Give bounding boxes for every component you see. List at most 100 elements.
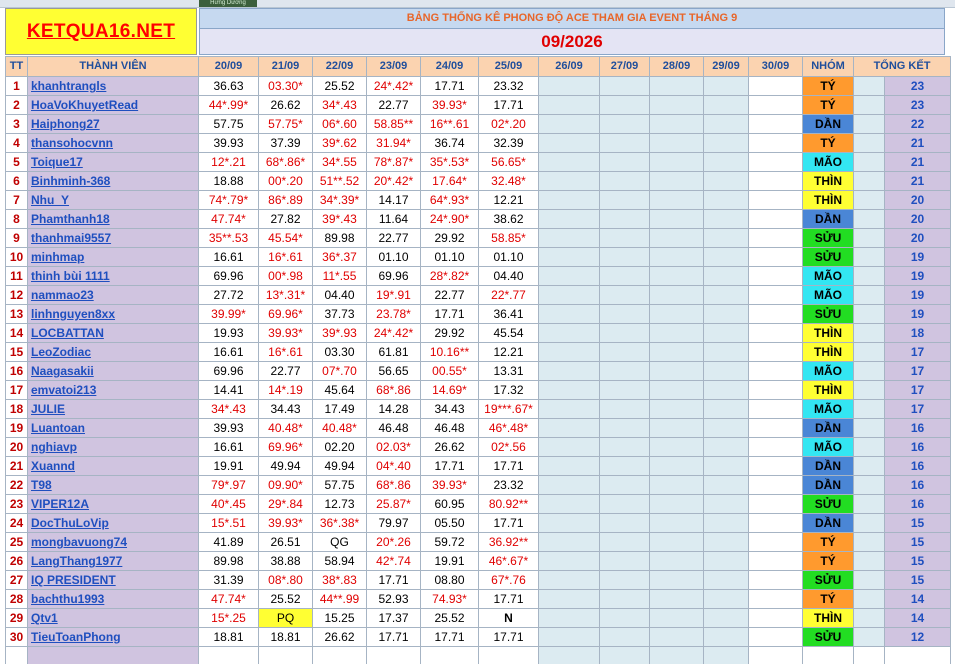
empty-score-cell[interactable] bbox=[703, 342, 749, 362]
empty-score-cell[interactable] bbox=[703, 399, 749, 419]
member-link[interactable]: Nhu_Y bbox=[27, 190, 199, 210]
member-link[interactable]: Xuannd bbox=[27, 456, 199, 476]
score-cell[interactable]: 35*.53* bbox=[420, 152, 479, 172]
empty-score-cell[interactable] bbox=[748, 114, 803, 134]
member-link[interactable]: IQ PRESIDENT bbox=[27, 570, 199, 590]
empty-score-cell[interactable] bbox=[599, 171, 650, 191]
score-cell[interactable]: 57.75 bbox=[198, 114, 259, 134]
empty-score-cell[interactable] bbox=[703, 95, 749, 115]
empty-score-cell[interactable] bbox=[538, 304, 600, 324]
score-cell[interactable]: 02.03* bbox=[366, 437, 421, 457]
empty-score-cell[interactable] bbox=[538, 171, 600, 191]
score-cell[interactable]: 40*.45 bbox=[198, 494, 259, 514]
empty-cell[interactable] bbox=[312, 646, 367, 664]
member-link[interactable]: Luantoan bbox=[27, 418, 199, 438]
score-cell[interactable]: 68*.86* bbox=[258, 152, 313, 172]
score-cell[interactable]: 14.17 bbox=[366, 190, 421, 210]
score-cell[interactable]: 29*.84 bbox=[258, 494, 313, 514]
empty-cell[interactable] bbox=[198, 646, 259, 664]
score-cell[interactable]: 22.77 bbox=[420, 285, 479, 305]
score-cell[interactable]: 89.98 bbox=[312, 228, 367, 248]
score-cell[interactable]: 44*.99* bbox=[198, 95, 259, 115]
score-cell[interactable]: 18.81 bbox=[258, 627, 313, 647]
member-link[interactable]: emvatoi213 bbox=[27, 380, 199, 400]
empty-score-cell[interactable] bbox=[748, 247, 803, 267]
empty-score-cell[interactable] bbox=[748, 152, 803, 172]
score-cell[interactable]: 00*.20 bbox=[258, 171, 313, 191]
empty-score-cell[interactable] bbox=[649, 494, 704, 514]
score-cell[interactable]: 57.75* bbox=[258, 114, 313, 134]
score-cell[interactable]: 01.10 bbox=[478, 247, 539, 267]
empty-score-cell[interactable] bbox=[649, 627, 704, 647]
empty-score-cell[interactable] bbox=[538, 133, 600, 153]
empty-score-cell[interactable] bbox=[649, 608, 704, 628]
empty-score-cell[interactable] bbox=[703, 114, 749, 134]
empty-score-cell[interactable] bbox=[703, 209, 749, 229]
score-cell[interactable]: 52.93 bbox=[366, 589, 421, 609]
score-cell[interactable]: 23.78* bbox=[366, 304, 421, 324]
score-cell[interactable]: 25.52 bbox=[420, 608, 479, 628]
score-cell[interactable]: 61.81 bbox=[366, 342, 421, 362]
empty-score-cell[interactable] bbox=[599, 551, 650, 571]
member-link[interactable]: thansohocvnn bbox=[27, 133, 199, 153]
score-cell[interactable]: 22*.77 bbox=[478, 285, 539, 305]
score-cell[interactable]: 34*.43 bbox=[312, 95, 367, 115]
empty-score-cell[interactable] bbox=[649, 437, 704, 457]
score-cell[interactable]: 16*.61 bbox=[258, 342, 313, 362]
score-cell[interactable]: 74*.79* bbox=[198, 190, 259, 210]
empty-score-cell[interactable] bbox=[748, 570, 803, 590]
empty-cell[interactable] bbox=[420, 646, 479, 664]
score-cell[interactable]: 46*.48* bbox=[478, 418, 539, 438]
empty-score-cell[interactable] bbox=[649, 380, 704, 400]
empty-score-cell[interactable] bbox=[748, 608, 803, 628]
empty-score-cell[interactable] bbox=[599, 513, 650, 533]
empty-score-cell[interactable] bbox=[649, 342, 704, 362]
empty-cell[interactable] bbox=[703, 646, 749, 664]
member-link[interactable]: DocThuLoVip bbox=[27, 513, 199, 533]
score-cell[interactable]: 40.48* bbox=[258, 418, 313, 438]
score-cell[interactable]: 15.25 bbox=[312, 608, 367, 628]
empty-score-cell[interactable] bbox=[649, 361, 704, 381]
empty-score-cell[interactable] bbox=[599, 304, 650, 324]
empty-score-cell[interactable] bbox=[748, 399, 803, 419]
member-link[interactable]: LeoZodiac bbox=[27, 342, 199, 362]
empty-score-cell[interactable] bbox=[649, 475, 704, 495]
empty-score-cell[interactable] bbox=[748, 456, 803, 476]
member-link[interactable]: linhnguyen8xx bbox=[27, 304, 199, 324]
score-cell[interactable]: 12.21 bbox=[478, 342, 539, 362]
score-cell[interactable]: 39.93 bbox=[198, 133, 259, 153]
score-cell[interactable]: 58.94 bbox=[312, 551, 367, 571]
empty-score-cell[interactable] bbox=[538, 247, 600, 267]
score-cell[interactable]: 18.88 bbox=[198, 171, 259, 191]
empty-score-cell[interactable] bbox=[703, 171, 749, 191]
score-cell[interactable]: 36.41 bbox=[478, 304, 539, 324]
member-link[interactable]: mongbavuong74 bbox=[27, 532, 199, 552]
score-cell[interactable]: 68*.86 bbox=[366, 475, 421, 495]
sheet-tab[interactable]: Hưng Dương bbox=[199, 0, 257, 7]
empty-score-cell[interactable] bbox=[538, 323, 600, 343]
score-cell[interactable]: 28*.82* bbox=[420, 266, 479, 286]
score-cell[interactable]: 19***.67* bbox=[478, 399, 539, 419]
empty-score-cell[interactable] bbox=[538, 627, 600, 647]
empty-score-cell[interactable] bbox=[649, 76, 704, 96]
score-cell[interactable]: 68*.86 bbox=[366, 380, 421, 400]
score-cell[interactable]: 17.64* bbox=[420, 171, 479, 191]
empty-score-cell[interactable] bbox=[748, 551, 803, 571]
empty-score-cell[interactable] bbox=[703, 285, 749, 305]
empty-cell[interactable] bbox=[748, 646, 803, 664]
score-cell[interactable]: 17.32 bbox=[478, 380, 539, 400]
empty-score-cell[interactable] bbox=[649, 589, 704, 609]
empty-score-cell[interactable] bbox=[599, 114, 650, 134]
score-cell[interactable]: 17.71 bbox=[420, 627, 479, 647]
empty-score-cell[interactable] bbox=[748, 304, 803, 324]
member-link[interactable]: VIPER12A bbox=[27, 494, 199, 514]
empty-score-cell[interactable] bbox=[649, 133, 704, 153]
score-cell[interactable]: 16.61 bbox=[198, 247, 259, 267]
empty-score-cell[interactable] bbox=[649, 228, 704, 248]
score-cell[interactable]: 16*.61 bbox=[258, 247, 313, 267]
empty-score-cell[interactable] bbox=[599, 437, 650, 457]
score-cell[interactable]: 16**.61 bbox=[420, 114, 479, 134]
score-cell[interactable]: 58.85* bbox=[478, 228, 539, 248]
empty-score-cell[interactable] bbox=[703, 133, 749, 153]
score-cell[interactable]: 49.94 bbox=[312, 456, 367, 476]
